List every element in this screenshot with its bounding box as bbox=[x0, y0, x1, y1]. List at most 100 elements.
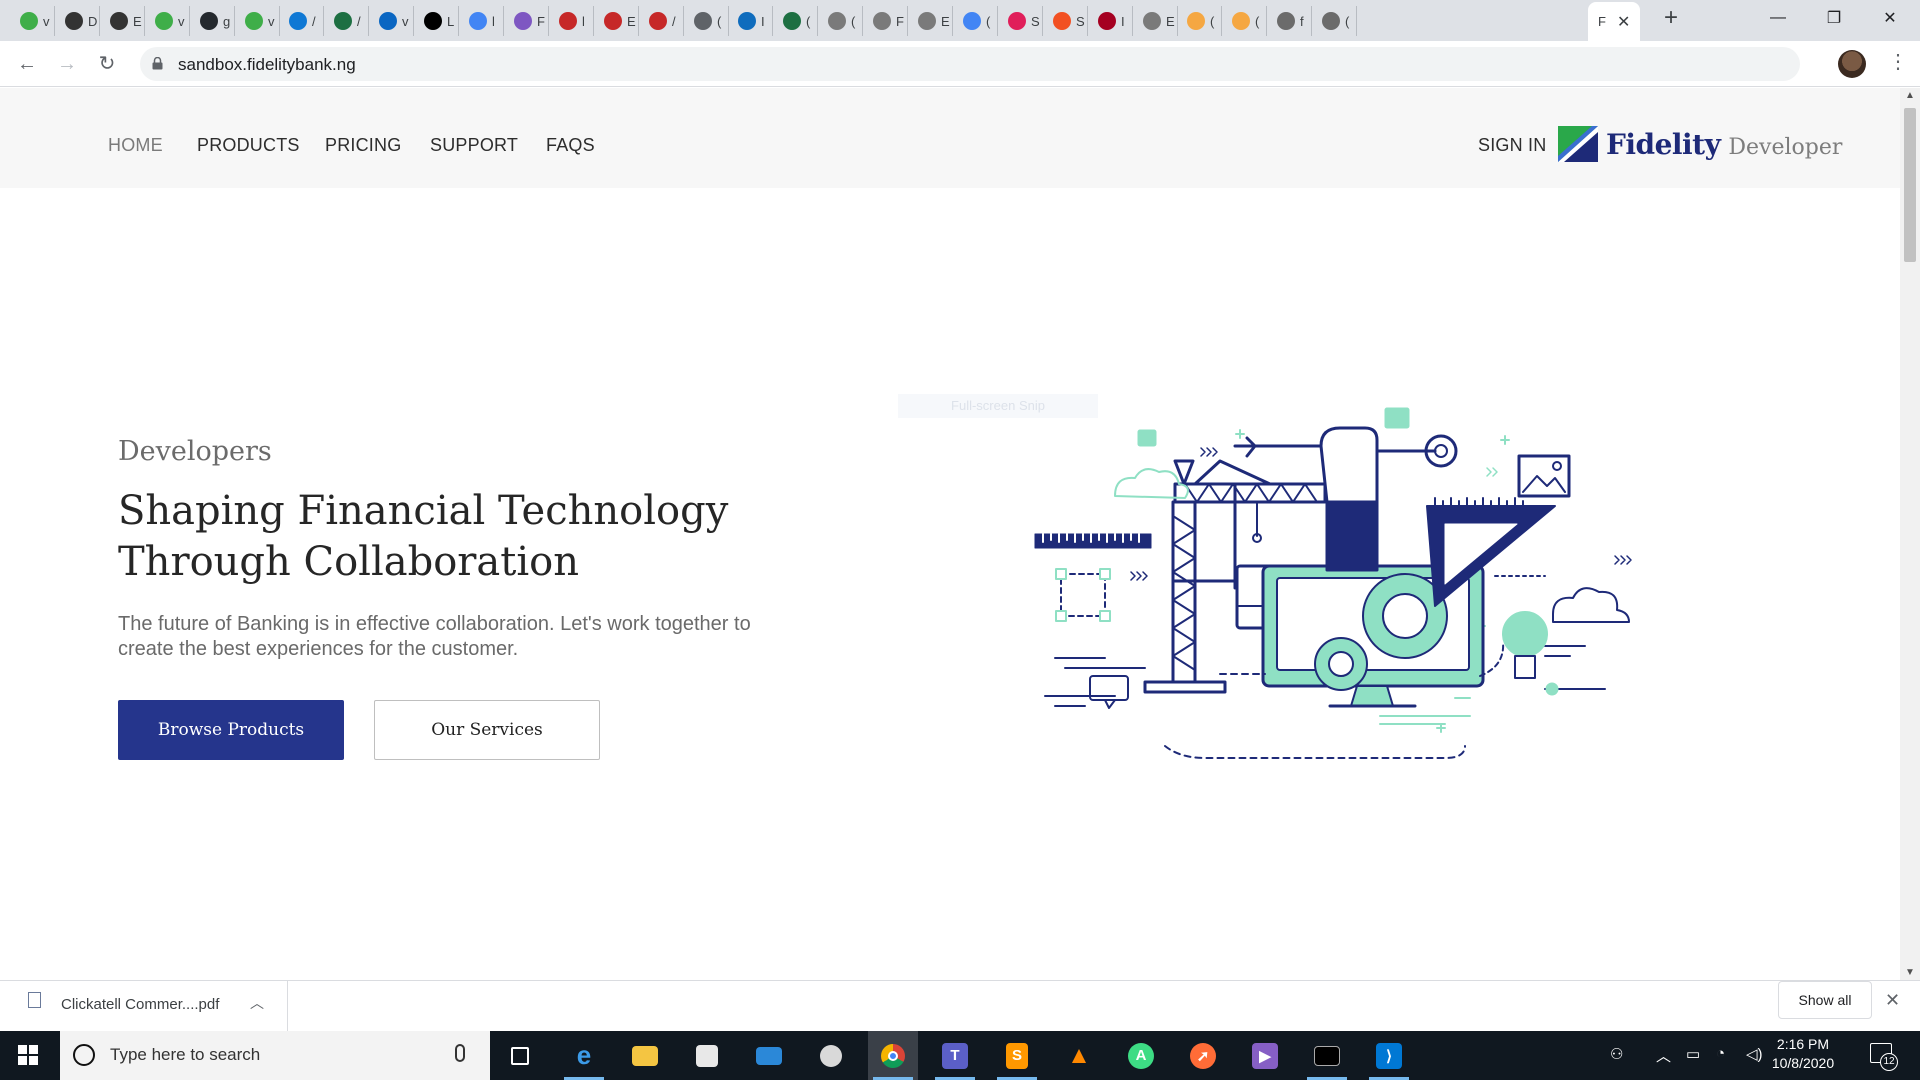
chevron-up-icon[interactable]: ︿ bbox=[1656, 1045, 1671, 1066]
people-icon[interactable]: ⚇ bbox=[1610, 1045, 1623, 1063]
scroll-down-arrow-icon[interactable]: ▼ bbox=[1900, 967, 1920, 978]
web-page: HOME PRODUCTS PRICING SUPPORT FAQS SIGN … bbox=[0, 88, 1900, 980]
windows-taskbar: Type here to search e T S ▲ A ➚ ▶ ⟩ ⚇ ︿ … bbox=[0, 1031, 1920, 1080]
fidelity-developer-logo[interactable]: Fidelity Developer bbox=[1558, 126, 1842, 162]
microsoft-icon bbox=[1053, 12, 1071, 30]
our-services-button[interactable]: Our Services bbox=[374, 700, 600, 760]
tab-17[interactable]: I bbox=[728, 6, 773, 36]
download-item[interactable]: Clickatell Commer....pdf ︿ bbox=[0, 981, 288, 1031]
show-all-downloads-button[interactable]: Show all bbox=[1778, 981, 1872, 1019]
tab-13[interactable]: l bbox=[549, 6, 594, 36]
tab-1[interactable]: v bbox=[10, 6, 55, 36]
tab-2[interactable]: D bbox=[55, 6, 100, 36]
address-bar[interactable]: sandbox.fidelitybank.ng ☆ bbox=[140, 47, 1800, 81]
tab-25[interactable]: I bbox=[1088, 6, 1133, 36]
tab-7[interactable]: / bbox=[279, 6, 324, 36]
tab-18[interactable]: ( bbox=[773, 6, 818, 36]
android-studio-icon[interactable]: A bbox=[1116, 1031, 1166, 1080]
taskbar-clock[interactable]: 2:16 PM 10/8/2020 bbox=[1764, 1035, 1842, 1073]
task-view-icon[interactable] bbox=[495, 1031, 545, 1080]
postman-icon[interactable]: ➚ bbox=[1178, 1031, 1228, 1080]
tab-title: ( bbox=[806, 13, 811, 29]
browser-tab-strip: v D Ev g v / / v Ll Fl E / (I ((F E (S S I E ((f ( F ✕ + — ❐… bbox=[0, 0, 1920, 41]
chrome-icon[interactable] bbox=[868, 1031, 918, 1080]
sublime-icon[interactable]: S bbox=[992, 1031, 1042, 1080]
tab-22[interactable]: ( bbox=[953, 6, 998, 36]
nav-home[interactable]: HOME bbox=[108, 135, 163, 156]
hand-icon bbox=[1187, 12, 1205, 30]
tab-10[interactable]: L bbox=[414, 6, 459, 36]
new-tab-button[interactable]: + bbox=[1657, 4, 1685, 32]
vscode-icon[interactable]: ⟩ bbox=[1364, 1031, 1414, 1080]
tab-15[interactable]: / bbox=[639, 6, 684, 36]
wifi-icon[interactable]: ◔ bbox=[1716, 1045, 1725, 1062]
minimize-button[interactable]: — bbox=[1750, 0, 1806, 36]
scroll-up-arrow-icon[interactable]: ▲ bbox=[1900, 90, 1920, 101]
close-icon[interactable]: ✕ bbox=[1617, 12, 1630, 32]
maximize-button[interactable]: ❐ bbox=[1806, 0, 1862, 36]
url-text[interactable]: sandbox.fidelitybank.ng bbox=[178, 55, 356, 75]
volume-icon[interactable]: ◁) bbox=[1746, 1045, 1763, 1063]
tab-26[interactable]: E bbox=[1133, 6, 1178, 36]
lock-icon[interactable] bbox=[152, 57, 163, 70]
profile-avatar[interactable] bbox=[1838, 50, 1866, 78]
tab-20[interactable]: F bbox=[863, 6, 908, 36]
forward-button[interactable]: → bbox=[52, 49, 82, 79]
mail-icon[interactable] bbox=[744, 1031, 794, 1080]
file-explorer-icon[interactable] bbox=[620, 1031, 670, 1080]
tab-23[interactable]: S bbox=[998, 6, 1043, 36]
excel-icon bbox=[783, 12, 801, 30]
tab-9[interactable]: v bbox=[369, 6, 414, 36]
terminal-icon[interactable] bbox=[1302, 1031, 1352, 1080]
tab-3[interactable]: E bbox=[100, 6, 145, 36]
visual-studio-icon[interactable]: ▶ bbox=[1240, 1031, 1290, 1080]
cortana-circle-icon bbox=[73, 1044, 95, 1066]
teams-icon[interactable]: T bbox=[930, 1031, 980, 1080]
tab-24[interactable]: S bbox=[1043, 6, 1088, 36]
tab-title: S bbox=[1031, 13, 1040, 29]
tab-title: ( bbox=[717, 13, 722, 29]
nav-sign-in[interactable]: SIGN IN bbox=[1478, 135, 1546, 156]
tab-30[interactable]: ( bbox=[1312, 6, 1357, 36]
tab-19[interactable]: ( bbox=[818, 6, 863, 36]
tab-4[interactable]: v bbox=[145, 6, 190, 36]
windows-start-icon[interactable] bbox=[18, 1045, 38, 1065]
tab-11[interactable]: l bbox=[459, 6, 504, 36]
reload-button[interactable]: ↻ bbox=[92, 49, 122, 79]
github-icon bbox=[200, 12, 218, 30]
tab-29[interactable]: f bbox=[1267, 6, 1312, 36]
tab-28[interactable]: ( bbox=[1222, 6, 1267, 36]
battery-icon[interactable]: ▭ bbox=[1686, 1045, 1700, 1063]
store-icon[interactable] bbox=[682, 1031, 732, 1080]
taskbar-search-box[interactable]: Type here to search bbox=[60, 1031, 490, 1080]
close-shelf-icon[interactable]: ✕ bbox=[1885, 990, 1900, 1011]
paint-icon[interactable] bbox=[806, 1031, 856, 1080]
tab-6[interactable]: v bbox=[235, 6, 280, 36]
more-menu-icon[interactable]: ⋮ bbox=[1888, 49, 1908, 74]
page-scrollbar[interactable]: ▲ ▼ bbox=[1900, 88, 1920, 980]
tab-5[interactable]: g bbox=[190, 6, 235, 36]
browse-products-button[interactable]: Browse Products bbox=[118, 700, 344, 760]
tab-8[interactable]: / bbox=[324, 6, 369, 36]
back-button[interactable]: ← bbox=[12, 49, 42, 79]
pdf-file-icon bbox=[28, 992, 41, 1008]
tab-21[interactable]: E bbox=[908, 6, 953, 36]
vlc-icon[interactable]: ▲ bbox=[1054, 1031, 1104, 1080]
tab-title: S bbox=[1076, 13, 1085, 29]
nav-faqs[interactable]: FAQS bbox=[546, 135, 595, 156]
chevron-up-icon[interactable]: ︿ bbox=[250, 993, 264, 1013]
tab-active[interactable]: F ✕ bbox=[1588, 2, 1640, 41]
tab-27[interactable]: ( bbox=[1177, 6, 1222, 36]
close-window-button[interactable]: ✕ bbox=[1862, 0, 1918, 36]
nav-pricing[interactable]: PRICING bbox=[325, 135, 401, 156]
download-file-name[interactable]: Clickatell Commer....pdf bbox=[61, 996, 219, 1013]
microphone-icon[interactable] bbox=[455, 1044, 465, 1062]
nav-support[interactable]: SUPPORT bbox=[430, 135, 518, 156]
nav-products[interactable]: PRODUCTS bbox=[197, 135, 300, 156]
scroll-thumb[interactable] bbox=[1904, 108, 1916, 262]
tab-14[interactable]: E bbox=[594, 6, 639, 36]
taskbar-search-placeholder[interactable]: Type here to search bbox=[110, 1045, 260, 1065]
tab-12[interactable]: F bbox=[504, 6, 549, 36]
tab-16[interactable]: ( bbox=[684, 6, 729, 36]
edge-icon[interactable]: e bbox=[559, 1031, 609, 1080]
